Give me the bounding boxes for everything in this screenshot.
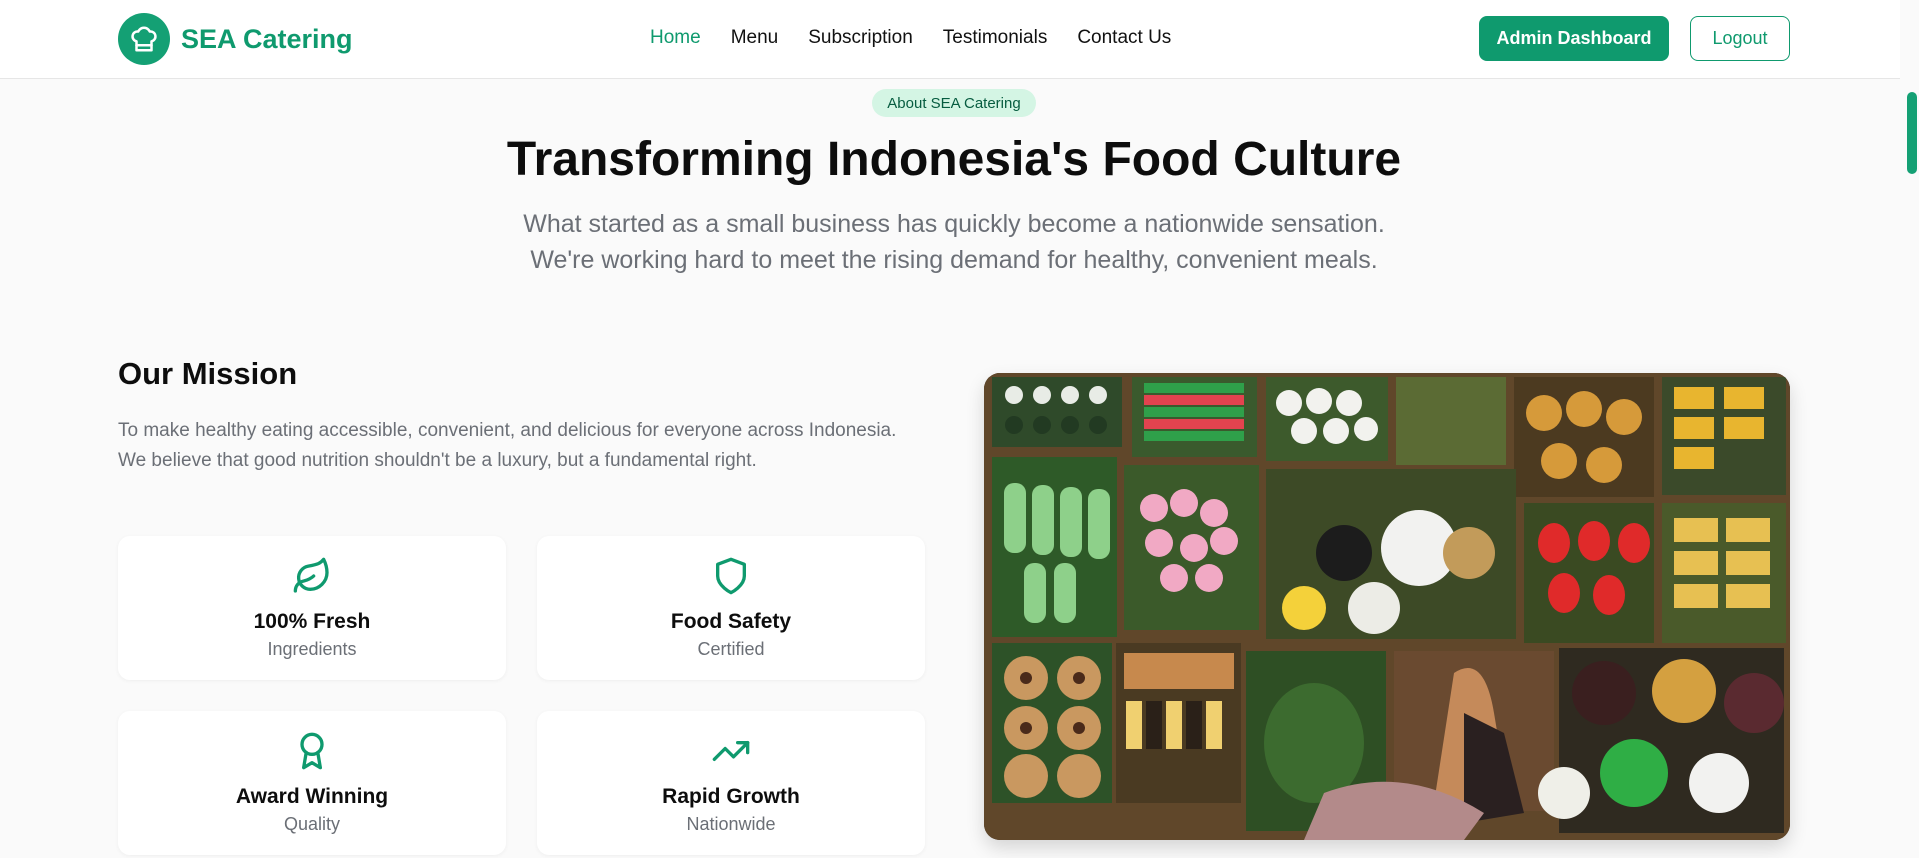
site-header: SEA Catering Home Menu Subscription Test… [0,0,1900,79]
mission-title: Our Mission [118,356,298,391]
feature-card-title: 100% Fresh [253,610,371,633]
hero-subtitle: What started as a small business has qui… [454,206,1454,278]
feature-card-title: Award Winning [235,785,389,808]
feature-card-subtitle: Quality [283,814,341,834]
feature-card-food-safety: Food Safety Certified [537,536,925,680]
nav-contact-us[interactable]: Contact Us [1077,27,1171,49]
feature-card-award: Award Winning Quality [118,711,506,855]
main-nav: Home Menu Subscription Testimonials Cont… [650,27,1201,49]
feature-card-title: Food Safety [670,610,792,633]
shield-icon [716,557,746,595]
about-badge: About SEA Catering [872,89,1036,117]
hero-subtitle-line-2: We're working hard to meet the rising de… [530,246,1378,274]
award-icon [300,732,324,770]
brand-logo-link[interactable]: SEA Catering [118,13,353,65]
mission-text: To make healthy eating accessible, conve… [118,420,897,471]
brand-name: SEA Catering [181,23,353,54]
food-illustration [984,373,1790,840]
hero-subtitle-line-1: What started as a small business has qui… [523,210,1385,238]
page-title: Transforming Indonesia's Food Culture [506,133,1402,186]
feature-card-growth: Rapid Growth Nationwide [537,711,925,855]
feature-card-subtitle: Nationwide [686,814,776,834]
feature-card-subtitle: Ingredients [267,639,357,659]
nav-menu[interactable]: Menu [731,27,779,49]
scrollbar-thumb[interactable] [1907,92,1917,174]
page-scrollbar[interactable] [1900,0,1919,858]
logout-button[interactable]: Logout [1690,16,1790,61]
nav-home[interactable]: Home [650,27,701,49]
indonesian-food-image [984,373,1790,840]
admin-dashboard-button[interactable]: Admin Dashboard [1479,16,1669,61]
feature-card-subtitle: Certified [697,639,765,659]
nav-subscription[interactable]: Subscription [808,27,913,49]
feature-card-fresh: 100% Fresh Ingredients [118,536,506,680]
chef-hat-icon [118,13,170,65]
trending-up-icon [712,741,750,761]
nav-testimonials[interactable]: Testimonials [943,27,1048,49]
leaf-icon [293,557,329,593]
feature-card-title: Rapid Growth [662,785,800,808]
